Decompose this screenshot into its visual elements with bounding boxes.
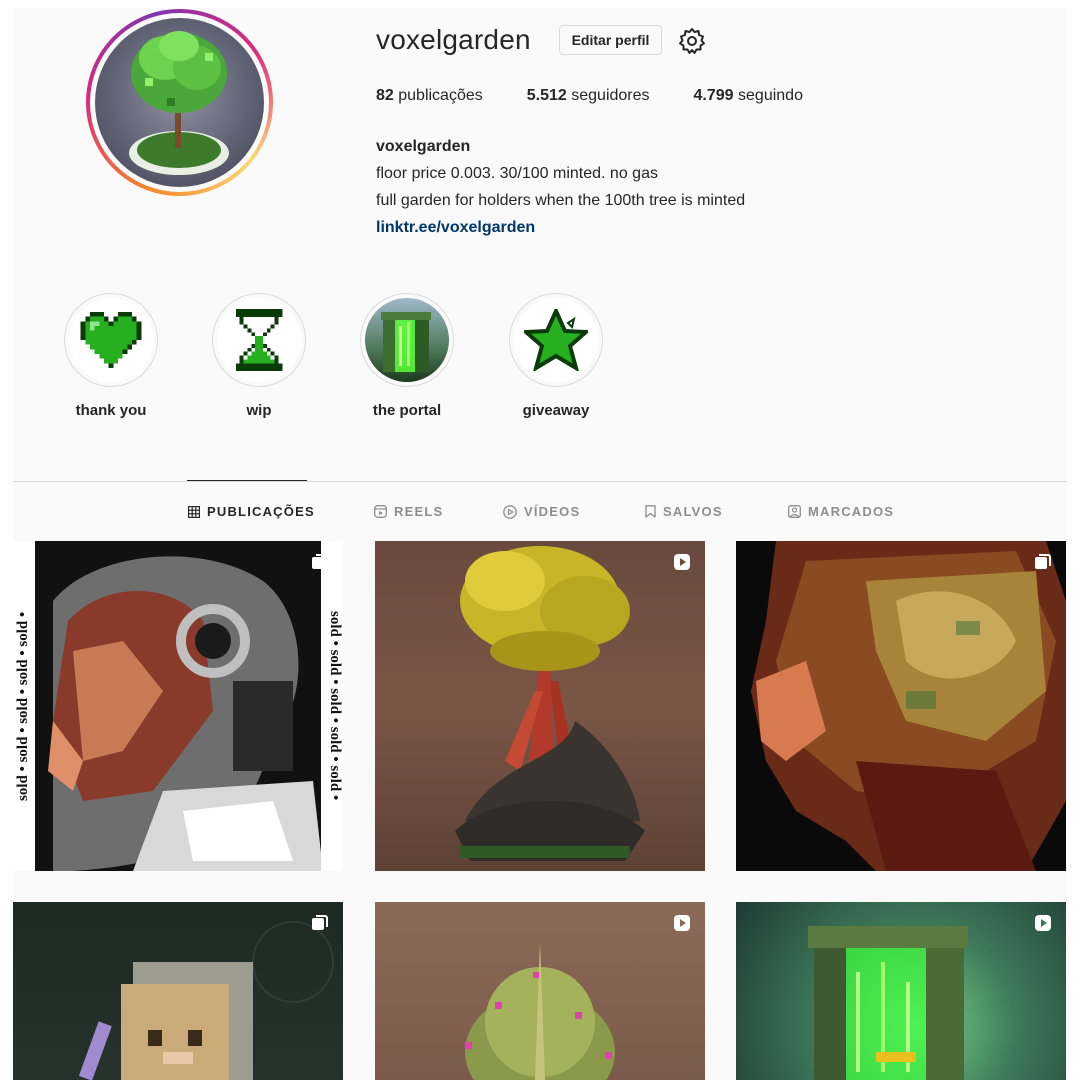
profile-bio: voxelgarden floor price 0.003. 30/100 mi…	[376, 133, 745, 241]
profile-stats: 82 publicações 5.512 seguidores 4.799 se…	[376, 87, 847, 105]
posts-count: 82 publicações	[376, 87, 483, 104]
portal-thumbnail	[381, 312, 431, 372]
post-1[interactable]: sold • sold • sold • sold • sold • sold …	[13, 541, 343, 871]
sold-border-text-right: sold • sold • sold • sold • sold •	[327, 611, 343, 801]
settings-gear-icon[interactable]	[678, 27, 706, 55]
post-4-image	[78, 921, 334, 1080]
play-circle-icon	[503, 504, 517, 519]
tab-salvos[interactable]: SALVOS	[645, 504, 723, 519]
tagged-icon	[788, 505, 801, 518]
profile-page: voxelgarden Editar perfil 82 publicações…	[13, 8, 1067, 1080]
highlight-thank-you[interactable]: thank you	[63, 293, 159, 419]
carousel-icon	[311, 553, 329, 576]
reel-icon	[673, 553, 691, 576]
tabs-divider	[13, 481, 1067, 482]
grid-icon	[188, 505, 200, 518]
active-tab-indicator	[187, 480, 307, 481]
reel-icon	[1034, 914, 1052, 937]
bio-name: voxelgarden	[376, 138, 471, 155]
bio-link[interactable]: linktr.ee/voxelgarden	[376, 214, 745, 241]
profile-avatar[interactable]	[86, 9, 273, 196]
post-6[interactable]	[736, 902, 1066, 1080]
highlight-label: thank you	[75, 402, 147, 419]
tab-publicacoes[interactable]: PUBLICAÇÕES	[188, 504, 315, 519]
profile-username: voxelgarden	[376, 24, 531, 55]
hourglass-icon	[235, 309, 283, 371]
carousel-icon	[1034, 553, 1052, 576]
sold-border-text-left: sold • sold • sold • sold • sold •	[15, 611, 31, 801]
bio-line-2: full garden for holders when the 100th t…	[376, 192, 746, 209]
following-count[interactable]: 4.799 seguindo	[694, 87, 803, 105]
pixel-star-icon	[524, 309, 588, 371]
edit-profile-button[interactable]: Editar perfil	[559, 25, 662, 55]
reel-icon	[673, 914, 691, 937]
avatar-tree-image	[95, 18, 264, 187]
tab-videos[interactable]: VÍDEOS	[503, 504, 580, 519]
post-6-image	[808, 926, 968, 1080]
highlight-wip[interactable]: wip	[211, 293, 307, 419]
followers-count[interactable]: 5.512 seguidores	[527, 87, 650, 105]
post-4[interactable]	[13, 902, 343, 1080]
carousel-icon	[311, 914, 329, 937]
post-5[interactable]	[375, 902, 705, 1080]
tab-marcados[interactable]: MARCADOS	[788, 504, 894, 519]
post-5-image	[465, 942, 615, 1080]
pixel-heart-icon	[80, 312, 142, 368]
highlight-label: the portal	[372, 402, 442, 419]
highlight-giveaway[interactable]: giveaway	[508, 293, 604, 419]
post-1-image	[13, 541, 343, 871]
bio-line-1: floor price 0.003. 30/100 minted. no gas	[376, 165, 658, 182]
post-2-image	[455, 546, 645, 861]
bookmark-icon	[645, 505, 656, 518]
highlight-label: giveaway	[522, 402, 590, 419]
post-3-image	[751, 541, 1066, 871]
highlight-label: wip	[246, 402, 272, 419]
tab-reels[interactable]: REELS	[374, 504, 443, 519]
post-2[interactable]	[375, 541, 705, 871]
highlight-the-portal[interactable]: the portal	[359, 293, 455, 419]
reels-icon	[374, 505, 387, 518]
post-3[interactable]	[736, 541, 1066, 871]
